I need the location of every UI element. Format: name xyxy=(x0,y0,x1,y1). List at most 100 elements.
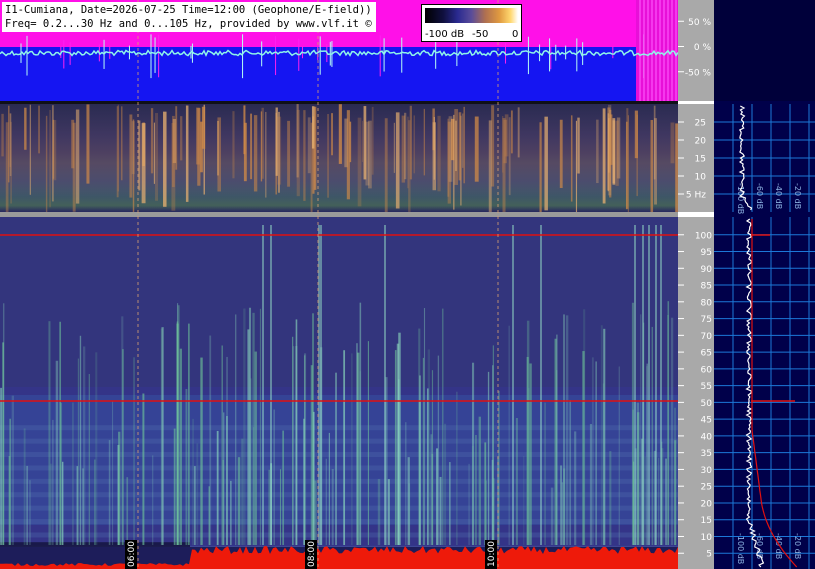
spectrogram-low-panel xyxy=(0,104,679,225)
high-tick-label: 15 xyxy=(701,516,712,526)
high-streak xyxy=(523,456,525,545)
side-db-label: -20 dB xyxy=(793,183,802,209)
high-streak xyxy=(230,480,232,545)
high-streak xyxy=(484,442,487,545)
low-streak xyxy=(138,120,141,191)
high-streak xyxy=(618,366,620,545)
header-line-2: Freq= 0.2...30 Hz and 0...105 Hz, provid… xyxy=(5,18,372,30)
side-db-label: -40 dB xyxy=(774,533,783,559)
low-streak xyxy=(155,113,159,201)
low-streak xyxy=(437,115,441,192)
high-band xyxy=(0,505,678,511)
low-streak xyxy=(277,116,282,185)
high-streak xyxy=(436,448,438,545)
high-streak xyxy=(328,432,330,545)
high-streak xyxy=(498,390,500,545)
low-streak xyxy=(401,115,406,183)
high-streak xyxy=(282,430,285,545)
low-streak xyxy=(72,122,76,212)
high-streak xyxy=(118,431,121,545)
high-streak xyxy=(133,357,135,545)
high-tick-label: 80 xyxy=(701,298,713,308)
high-streak xyxy=(11,395,14,545)
high-streak xyxy=(221,345,223,545)
high-streak xyxy=(554,338,557,545)
high-streak xyxy=(262,225,264,545)
high-streak xyxy=(475,434,477,545)
high-streak xyxy=(320,225,322,545)
low-streak xyxy=(196,107,200,165)
high-streak xyxy=(398,332,401,545)
low-streak xyxy=(448,116,453,182)
scale-max-label: 0 xyxy=(512,29,519,40)
low-streak xyxy=(129,114,133,198)
high-streak xyxy=(49,463,53,545)
low-streak xyxy=(150,108,154,174)
low-streak xyxy=(175,106,178,170)
low-streak xyxy=(575,120,578,224)
high-streak xyxy=(0,387,3,545)
low-streak xyxy=(433,116,435,180)
vlf-chart: 06:00 08:00 10:00 50 % 0 % -50 % 25 20 15 10 5… xyxy=(0,0,815,569)
high-streak xyxy=(359,302,362,545)
high-streak xyxy=(253,427,255,545)
low-streak xyxy=(544,116,548,211)
high-streak xyxy=(377,479,381,545)
low-streak xyxy=(650,119,654,213)
side-db-label: -100 dB xyxy=(736,183,745,214)
high-streak xyxy=(26,465,29,545)
high-streak xyxy=(250,378,252,545)
low-streak xyxy=(9,113,12,177)
high-streak xyxy=(23,428,26,545)
high-band xyxy=(0,425,678,431)
low-streak xyxy=(602,108,606,204)
low-streak xyxy=(180,116,183,161)
low-streak xyxy=(232,111,235,179)
low-streak xyxy=(29,104,31,195)
low-streak xyxy=(653,105,656,180)
side-db-label: -40 dB xyxy=(774,183,783,209)
low-streak xyxy=(393,122,395,173)
time-label-08-group: 08:00 xyxy=(305,540,317,569)
high-streak xyxy=(108,440,111,545)
low-streak xyxy=(636,114,638,197)
low-streak xyxy=(217,117,221,192)
high-streak xyxy=(574,431,577,545)
low-streak xyxy=(517,107,520,158)
high-streak xyxy=(667,315,669,545)
high-streak xyxy=(665,458,667,545)
high-streak xyxy=(95,352,98,545)
low-streak xyxy=(5,122,9,217)
high-tick-label: 95 xyxy=(701,248,712,258)
high-streak xyxy=(29,480,31,545)
high-streak xyxy=(394,350,397,545)
time-label-10-group: 10:00 xyxy=(485,540,497,569)
high-streak xyxy=(660,225,662,545)
high-tick-label: 45 xyxy=(701,416,712,426)
low-streak xyxy=(86,104,90,184)
high-streak xyxy=(563,314,566,545)
high-streak xyxy=(384,225,386,545)
low-streak xyxy=(331,113,333,156)
low-streak xyxy=(253,115,258,192)
high-streak xyxy=(356,343,358,545)
low-streak xyxy=(243,122,247,182)
high-streak xyxy=(185,388,188,545)
low-streak xyxy=(384,118,388,219)
scale-mid-label: -50 xyxy=(472,29,489,40)
high-streak xyxy=(544,402,547,545)
high-streak xyxy=(152,455,154,545)
high-streak xyxy=(423,308,426,545)
high-streak xyxy=(595,361,597,545)
high-streak xyxy=(2,342,5,545)
high-streak xyxy=(439,476,442,545)
high-streak xyxy=(640,314,642,545)
low-streak xyxy=(338,104,342,164)
high-streak xyxy=(589,423,593,545)
high-streak xyxy=(216,430,219,545)
high-streak xyxy=(550,487,554,545)
high-streak xyxy=(142,393,145,545)
high-streak xyxy=(351,353,353,545)
low-streak xyxy=(117,104,119,192)
spectrogram-high-panel xyxy=(0,217,678,569)
